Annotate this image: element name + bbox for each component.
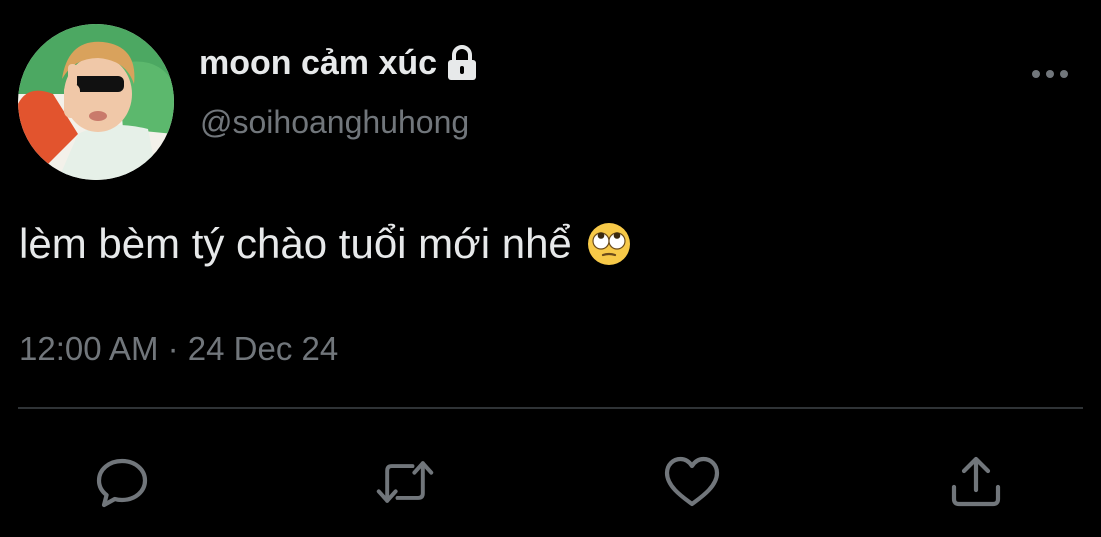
share-button[interactable] bbox=[946, 452, 1006, 512]
avatar-photo bbox=[18, 24, 174, 180]
lock-icon bbox=[448, 45, 477, 80]
reply-button[interactable] bbox=[92, 452, 152, 512]
heart-icon bbox=[664, 456, 720, 507]
tweet-body: lèm bèm tý chào tuổi mới nhể bbox=[19, 220, 632, 268]
divider bbox=[18, 407, 1083, 409]
author-name-row[interactable]: moon cảm xúc bbox=[199, 40, 479, 86]
like-button[interactable] bbox=[662, 452, 722, 512]
avatar[interactable] bbox=[18, 24, 174, 180]
reply-icon bbox=[96, 458, 148, 508]
author-display-name[interactable]: moon cảm xúc bbox=[199, 44, 437, 83]
retweet-button[interactable] bbox=[375, 452, 435, 512]
more-options-button[interactable] bbox=[1026, 60, 1074, 88]
more-icon bbox=[1032, 70, 1068, 78]
retweet-icon bbox=[376, 461, 434, 503]
share-icon bbox=[951, 456, 1001, 507]
author-handle[interactable]: @soihoanghuhong bbox=[200, 104, 469, 141]
tweet-text: lèm bèm tý chào tuổi mới nhể bbox=[19, 220, 572, 267]
tweet-timestamp[interactable]: 12:00 AM · 24 Dec 24 bbox=[19, 330, 338, 368]
rolling-eyes-emoji-icon bbox=[587, 223, 630, 265]
